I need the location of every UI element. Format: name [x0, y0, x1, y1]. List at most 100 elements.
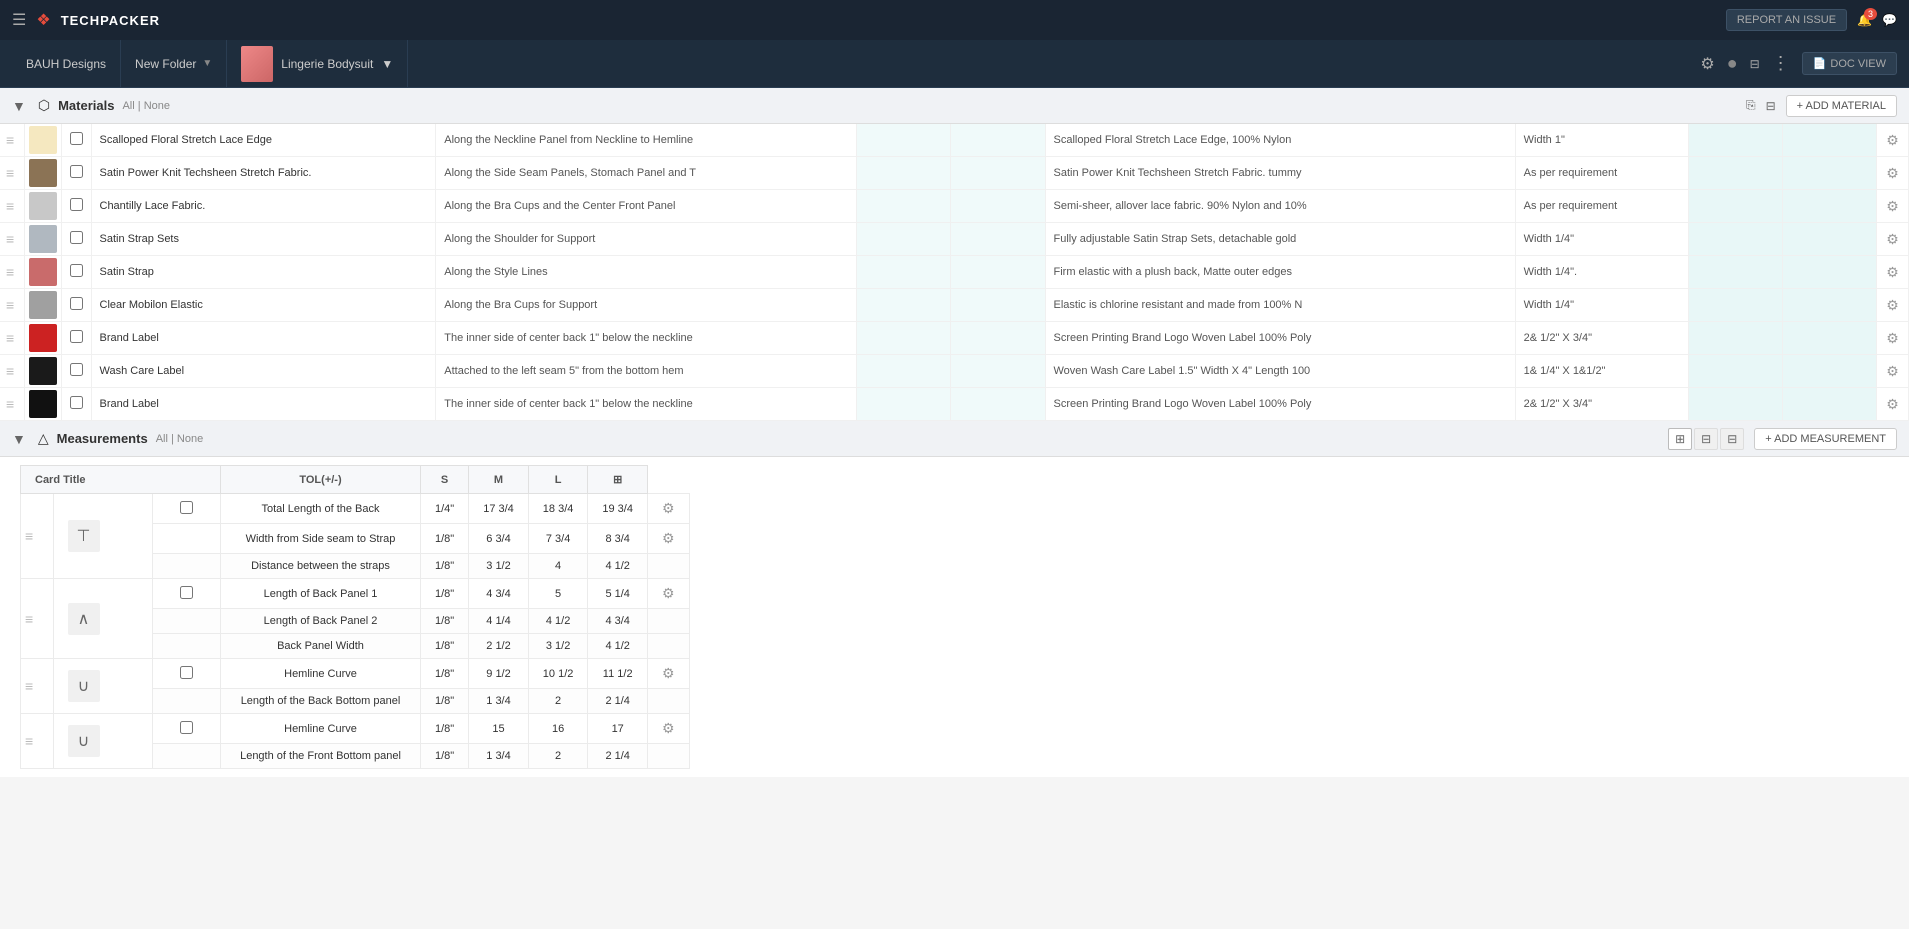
drag-handle-icon[interactable]: ≡	[6, 165, 14, 181]
empty-col-2	[951, 388, 1045, 421]
measurements-collapse-btn[interactable]: ▼	[12, 431, 26, 447]
meas-drag-handle-icon[interactable]: ≡	[25, 678, 33, 694]
meas-label: Hemline Curve	[221, 714, 421, 744]
drag-handle-icon[interactable]: ≡	[6, 132, 14, 148]
meas-m: 18 3/4	[528, 494, 588, 524]
material-name: Chantilly Lace Fabric.	[91, 190, 436, 223]
drag-handle-icon[interactable]: ≡	[6, 264, 14, 280]
row-checkbox[interactable]	[70, 297, 83, 310]
meas-tol: 1/8"	[421, 714, 469, 744]
col-tol: TOL(+/-)	[221, 466, 421, 494]
meas-gear-button[interactable]: ⚙	[662, 585, 675, 602]
settings-icon[interactable]: ⚙	[1700, 54, 1714, 74]
gear-button[interactable]: ⚙	[1886, 198, 1899, 215]
measurements-links: All | None	[156, 433, 204, 445]
drag-handle-icon[interactable]: ≡	[6, 297, 14, 313]
row-checkbox[interactable]	[70, 330, 83, 343]
meas-row-checkbox[interactable]	[180, 501, 193, 514]
meas-row-checkbox[interactable]	[180, 586, 193, 599]
table-row: ≡ ∧ Length of Back Panel 1 1/8" 4 3/4 5 …	[21, 579, 690, 609]
material-name: Scalloped Floral Stretch Lace Edge	[91, 124, 436, 157]
gear-button[interactable]: ⚙	[1886, 330, 1899, 347]
filter-meas-btn[interactable]: ⊟	[1720, 428, 1744, 450]
materials-collapse-btn[interactable]: ▼	[12, 98, 26, 114]
table-row: ≡ Clear Mobilon Elastic Along the Bra Cu…	[0, 289, 1909, 322]
gear-button[interactable]: ⚙	[1886, 396, 1899, 413]
meas-gear-button[interactable]: ⚙	[662, 720, 675, 737]
drag-handle-icon[interactable]: ≡	[6, 363, 14, 379]
materials-filter-icon[interactable]: ⊟	[1766, 99, 1776, 113]
meas-row-checkbox[interactable]	[180, 666, 193, 679]
gear-cell: ⚙	[1877, 124, 1909, 157]
meas-row-checkbox[interactable]	[180, 721, 193, 734]
measurements-table-wrapper: Card Title TOL(+/-) S M L ⊞ ≡ ⊤ Total Le…	[0, 457, 1909, 777]
more-options-icon[interactable]: ⋮	[1772, 53, 1790, 74]
material-name: Satin Power Knit Techsheen Stretch Fabri…	[91, 157, 436, 190]
meas-gear-button[interactable]: ⚙	[662, 665, 675, 682]
product-nav-item[interactable]: Lingerie Bodysuit ▼	[227, 40, 408, 88]
drag-handle-icon[interactable]: ≡	[6, 231, 14, 247]
gear-button[interactable]: ⚙	[1886, 231, 1899, 248]
company-nav-item[interactable]: BAUH Designs	[12, 40, 121, 88]
doc-view-button[interactable]: 📄 DOC VIEW	[1802, 52, 1897, 75]
measurements-none-link[interactable]: None	[177, 433, 203, 445]
top-nav-right: REPORT AN ISSUE 🔔3 💬	[1726, 9, 1897, 31]
material-description: Satin Power Knit Techsheen Stretch Fabri…	[1045, 157, 1515, 190]
measurements-icon: △	[38, 430, 49, 447]
drag-handle-icon[interactable]: ≡	[6, 396, 14, 412]
materials-all-link[interactable]: All	[122, 100, 134, 112]
row-checkbox[interactable]	[70, 264, 83, 277]
row-checkbox[interactable]	[70, 231, 83, 244]
row-checkbox[interactable]	[70, 165, 83, 178]
row-checkbox[interactable]	[70, 198, 83, 211]
grid-view-btn[interactable]: ⊞	[1668, 428, 1692, 450]
materials-none-link[interactable]: None	[144, 100, 170, 112]
col-s: S	[421, 466, 469, 494]
drag-handle-icon[interactable]: ≡	[6, 330, 14, 346]
meas-gear-button[interactable]: ⚙	[662, 530, 675, 547]
drag-handle-icon[interactable]: ≡	[6, 198, 14, 214]
meas-m: 5	[528, 579, 588, 609]
swatch-cell	[24, 322, 61, 355]
meas-drag-handle-icon[interactable]: ≡	[25, 733, 33, 749]
measurements-header-right: ⊞ ⊟ ⊟ + ADD MEASUREMENT	[1668, 428, 1897, 450]
gear-button[interactable]: ⚙	[1886, 264, 1899, 281]
color-swatch	[29, 258, 57, 286]
table-row: ≡ Satin Strap Along the Style Lines Firm…	[0, 256, 1909, 289]
gear-button[interactable]: ⚙	[1886, 165, 1899, 182]
materials-header-right: ⎘ ⊟ + ADD MATERIAL	[1746, 95, 1897, 117]
measurement-icon: ∪	[68, 670, 100, 702]
folder-nav-item[interactable]: New Folder ▼	[121, 40, 227, 88]
notification-bell[interactable]: 🔔3	[1857, 13, 1872, 27]
meas-gear-button[interactable]: ⚙	[662, 500, 675, 517]
material-placement: Along the Bra Cups for Support	[436, 289, 857, 322]
meas-drag-handle-icon[interactable]: ≡	[25, 528, 33, 544]
gear-button[interactable]: ⚙	[1886, 132, 1899, 149]
hamburger-icon[interactable]: ☰	[12, 10, 26, 30]
color-swatch	[29, 390, 57, 418]
meas-checkbox-cell	[152, 494, 220, 524]
report-issue-button[interactable]: REPORT AN ISSUE	[1726, 9, 1847, 31]
meas-label: Distance between the straps	[221, 554, 421, 579]
empty-col-1	[857, 322, 951, 355]
meas-m: 3 1/2	[528, 634, 588, 659]
folder-name: New Folder	[135, 57, 196, 71]
add-measurement-button[interactable]: + ADD MEASUREMENT	[1754, 428, 1897, 450]
materials-copy-icon[interactable]: ⎘	[1746, 98, 1756, 113]
row-checkbox[interactable]	[70, 363, 83, 376]
teal-col-2	[1782, 322, 1876, 355]
table-row: ≡ Scalloped Floral Stretch Lace Edge Alo…	[0, 124, 1909, 157]
meas-label: Length of the Back Bottom panel	[221, 689, 421, 714]
gear-button[interactable]: ⚙	[1886, 297, 1899, 314]
row-checkbox[interactable]	[70, 132, 83, 145]
add-material-button[interactable]: + ADD MATERIAL	[1786, 95, 1897, 117]
meas-drag-handle-icon[interactable]: ≡	[25, 611, 33, 627]
row-checkbox[interactable]	[70, 396, 83, 409]
filter-icon[interactable]: ⊟	[1750, 57, 1760, 71]
gear-button[interactable]: ⚙	[1886, 363, 1899, 380]
measurements-all-link[interactable]: All	[156, 433, 168, 445]
list-view-btn[interactable]: ⊟	[1694, 428, 1718, 450]
toggle-icon[interactable]: ●	[1727, 53, 1738, 74]
meas-checkbox-cell	[152, 689, 220, 714]
chat-icon[interactable]: 💬	[1882, 13, 1897, 27]
